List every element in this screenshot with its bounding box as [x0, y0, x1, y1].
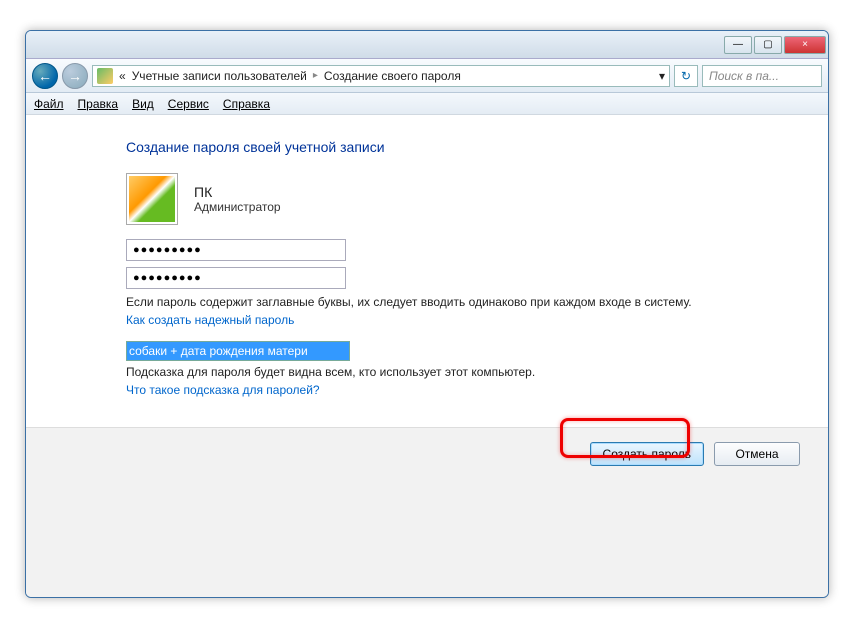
maximize-icon: ▢	[763, 39, 772, 50]
chevron-right-icon: ▸	[313, 70, 318, 81]
menu-file[interactable]: Файл	[34, 97, 64, 111]
window: — ▢ × ← → « Учетные записи пользователей…	[25, 30, 829, 598]
search-input[interactable]: Поиск в па...	[702, 65, 822, 87]
breadcrumb-item[interactable]: Учетные записи пользователей	[132, 69, 307, 83]
confirm-password-field[interactable]	[126, 267, 346, 289]
back-icon: ←	[38, 68, 52, 84]
menu-help[interactable]: Справка	[223, 97, 270, 111]
menu-view[interactable]: Вид	[132, 97, 154, 111]
create-password-label: Создать пароль	[603, 447, 691, 461]
breadcrumb-item[interactable]: Создание своего пароля	[324, 69, 461, 83]
back-button[interactable]: ←	[32, 63, 58, 89]
forward-icon: →	[68, 68, 82, 84]
refresh-button[interactable]: ↻	[674, 65, 698, 87]
user-accounts-icon	[97, 68, 113, 84]
menu-tools[interactable]: Сервис	[168, 97, 209, 111]
strong-password-link[interactable]: Как создать надежный пароль	[126, 313, 294, 327]
menu-edit[interactable]: Правка	[78, 97, 119, 111]
titlebar: — ▢ ×	[26, 31, 828, 59]
cancel-label: Отмена	[735, 447, 778, 461]
minimize-icon: —	[733, 39, 743, 50]
avatar	[126, 173, 178, 225]
maximize-button[interactable]: ▢	[754, 36, 782, 54]
close-icon: ×	[802, 39, 808, 50]
content-area: Создание пароля своей учетной записи ПК …	[26, 115, 828, 421]
close-button[interactable]: ×	[784, 36, 826, 54]
user-info: ПК Администратор	[126, 173, 728, 225]
forward-button[interactable]: →	[62, 63, 88, 89]
hint-visible-text: Подсказка для пароля будет видна всем, к…	[126, 365, 728, 379]
refresh-icon: ↻	[681, 69, 691, 83]
footer: Создать пароль Отмена	[26, 427, 828, 597]
avatar-image	[129, 176, 175, 222]
addressbar: ← → « Учетные записи пользователей ▸ Соз…	[26, 59, 828, 93]
caps-warning-text: Если пароль содержит заглавные буквы, их…	[126, 295, 728, 309]
breadcrumb-prefix: «	[119, 69, 126, 83]
new-password-field[interactable]	[126, 239, 346, 261]
user-role: Администратор	[194, 200, 281, 214]
menubar: Файл Правка Вид Сервис Справка	[26, 93, 828, 115]
minimize-button[interactable]: —	[724, 36, 752, 54]
search-placeholder: Поиск в па...	[709, 69, 779, 83]
cancel-button[interactable]: Отмена	[714, 442, 800, 466]
password-hint-link[interactable]: Что такое подсказка для паролей?	[126, 383, 320, 397]
chevron-down-icon[interactable]: ▾	[659, 69, 665, 83]
page-title: Создание пароля своей учетной записи	[126, 139, 728, 155]
create-password-button[interactable]: Создать пароль	[590, 442, 704, 466]
location-bar[interactable]: « Учетные записи пользователей ▸ Создани…	[92, 65, 670, 87]
user-name: ПК	[194, 184, 281, 200]
password-hint-field[interactable]	[126, 341, 350, 361]
